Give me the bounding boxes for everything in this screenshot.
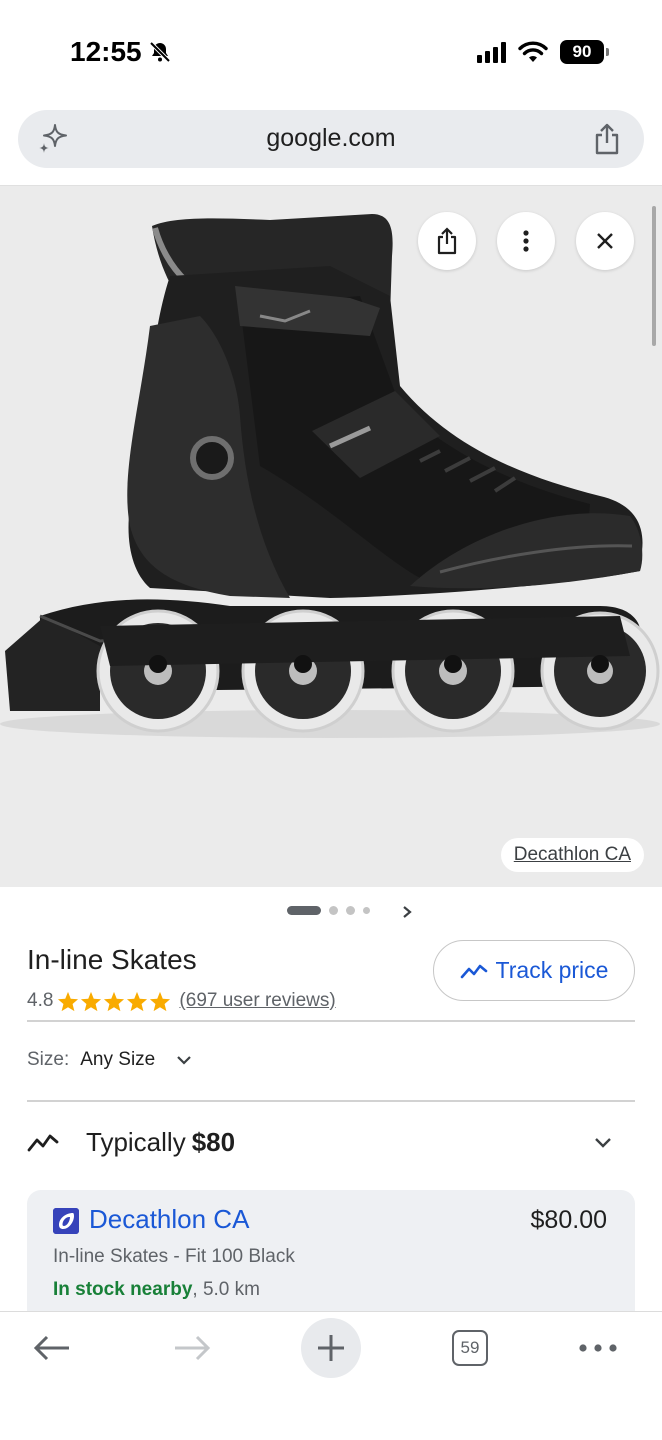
star-icon — [150, 991, 171, 1011]
trend-icon — [460, 964, 487, 978]
close-icon — [597, 233, 613, 249]
typical-label: Typically — [86, 1126, 186, 1157]
menu-button[interactable] — [568, 1318, 628, 1378]
signal-icon — [477, 41, 506, 63]
star-icon — [81, 991, 102, 1011]
size-label: Size: — [27, 1049, 70, 1070]
share-icon[interactable] — [592, 122, 622, 156]
clock-time: 12:55 — [70, 36, 142, 67]
typical-price-row[interactable]: Typically $80 — [27, 1124, 627, 1160]
back-button[interactable] — [22, 1318, 82, 1378]
star-icon — [104, 991, 125, 1011]
size-value[interactable]: Any Size — [80, 1049, 155, 1071]
star-icon — [58, 991, 79, 1011]
divider — [27, 1100, 635, 1102]
share-icon — [437, 227, 457, 255]
back-arrow-icon — [33, 1335, 69, 1361]
rating-row: 4.8 (697 user reviews) — [27, 990, 336, 1012]
forward-button[interactable] — [162, 1318, 222, 1378]
forward-arrow-icon — [175, 1335, 211, 1361]
wifi-icon — [518, 41, 548, 62]
status-bar: 12:55 90 — [0, 0, 662, 100]
product-image — [0, 214, 660, 738]
rating-value: 4.8 — [27, 990, 54, 1011]
more-horiz-icon — [579, 1344, 617, 1352]
browser-toolbar: 59 — [0, 1311, 662, 1440]
image-close-button[interactable] — [576, 212, 634, 270]
clock: 12:55 — [70, 36, 172, 68]
battery-icon: 90 — [560, 40, 609, 64]
reviews-link[interactable]: (697 user reviews) — [179, 990, 335, 1012]
new-tab-icon — [318, 1335, 344, 1361]
image-share-button[interactable] — [418, 212, 476, 270]
carousel-dot[interactable] — [346, 906, 355, 915]
scrollbar[interactable] — [652, 206, 656, 346]
carousel-dot[interactable] — [329, 906, 338, 915]
offer-price: $80.00 — [530, 1206, 607, 1234]
stock-label: In stock nearby — [53, 1279, 193, 1300]
image-more-button[interactable] — [497, 212, 555, 270]
size-selector[interactable]: Size: Any Size — [27, 1049, 193, 1071]
star-icon — [127, 991, 148, 1011]
url-text[interactable]: google.com — [18, 124, 644, 153]
track-price-label: Track price — [495, 957, 609, 983]
product-title: In-line Skates — [27, 944, 197, 975]
tabs-icon: 59 — [452, 1330, 488, 1366]
merchant-name[interactable]: Decathlon CA — [89, 1204, 249, 1235]
tab-count: 59 — [460, 1338, 480, 1357]
tabs-button[interactable]: 59 — [440, 1318, 500, 1378]
divider — [27, 1020, 635, 1022]
bell-slash-icon — [149, 41, 171, 63]
chevron-down-icon[interactable] — [593, 1136, 613, 1149]
typical-price: $80 — [191, 1126, 236, 1157]
chevron-right-icon[interactable] — [400, 902, 414, 922]
star-rating — [57, 991, 171, 1012]
new-tab-button[interactable] — [301, 1318, 361, 1378]
product-image-viewer[interactable]: Decathlon CA — [0, 185, 662, 887]
stock-status: In stock nearby, 5.0 km — [53, 1279, 260, 1301]
more-vert-icon — [523, 230, 529, 252]
url-bar[interactable]: google.com — [18, 110, 644, 168]
stock-distance: , 5.0 km — [192, 1279, 260, 1300]
image-source-link[interactable]: Decathlon CA — [500, 838, 644, 872]
track-price-button[interactable]: Track price — [433, 940, 635, 1001]
chevron-down-icon[interactable] — [175, 1054, 193, 1066]
carousel-dot[interactable] — [363, 907, 370, 914]
price-trend-icon — [27, 1134, 59, 1152]
battery-level: 90 — [572, 42, 592, 61]
offer-product-name: In-line Skates - Fit 100 Black — [53, 1246, 295, 1267]
status-indicators: 90 — [477, 40, 609, 64]
carousel-indicator[interactable] — [287, 906, 370, 915]
decathlon-logo-icon — [53, 1208, 79, 1234]
carousel-dot[interactable] — [287, 906, 321, 915]
offer-card[interactable]: Decathlon CA $80.00 In-line Skates - Fit… — [27, 1190, 635, 1330]
